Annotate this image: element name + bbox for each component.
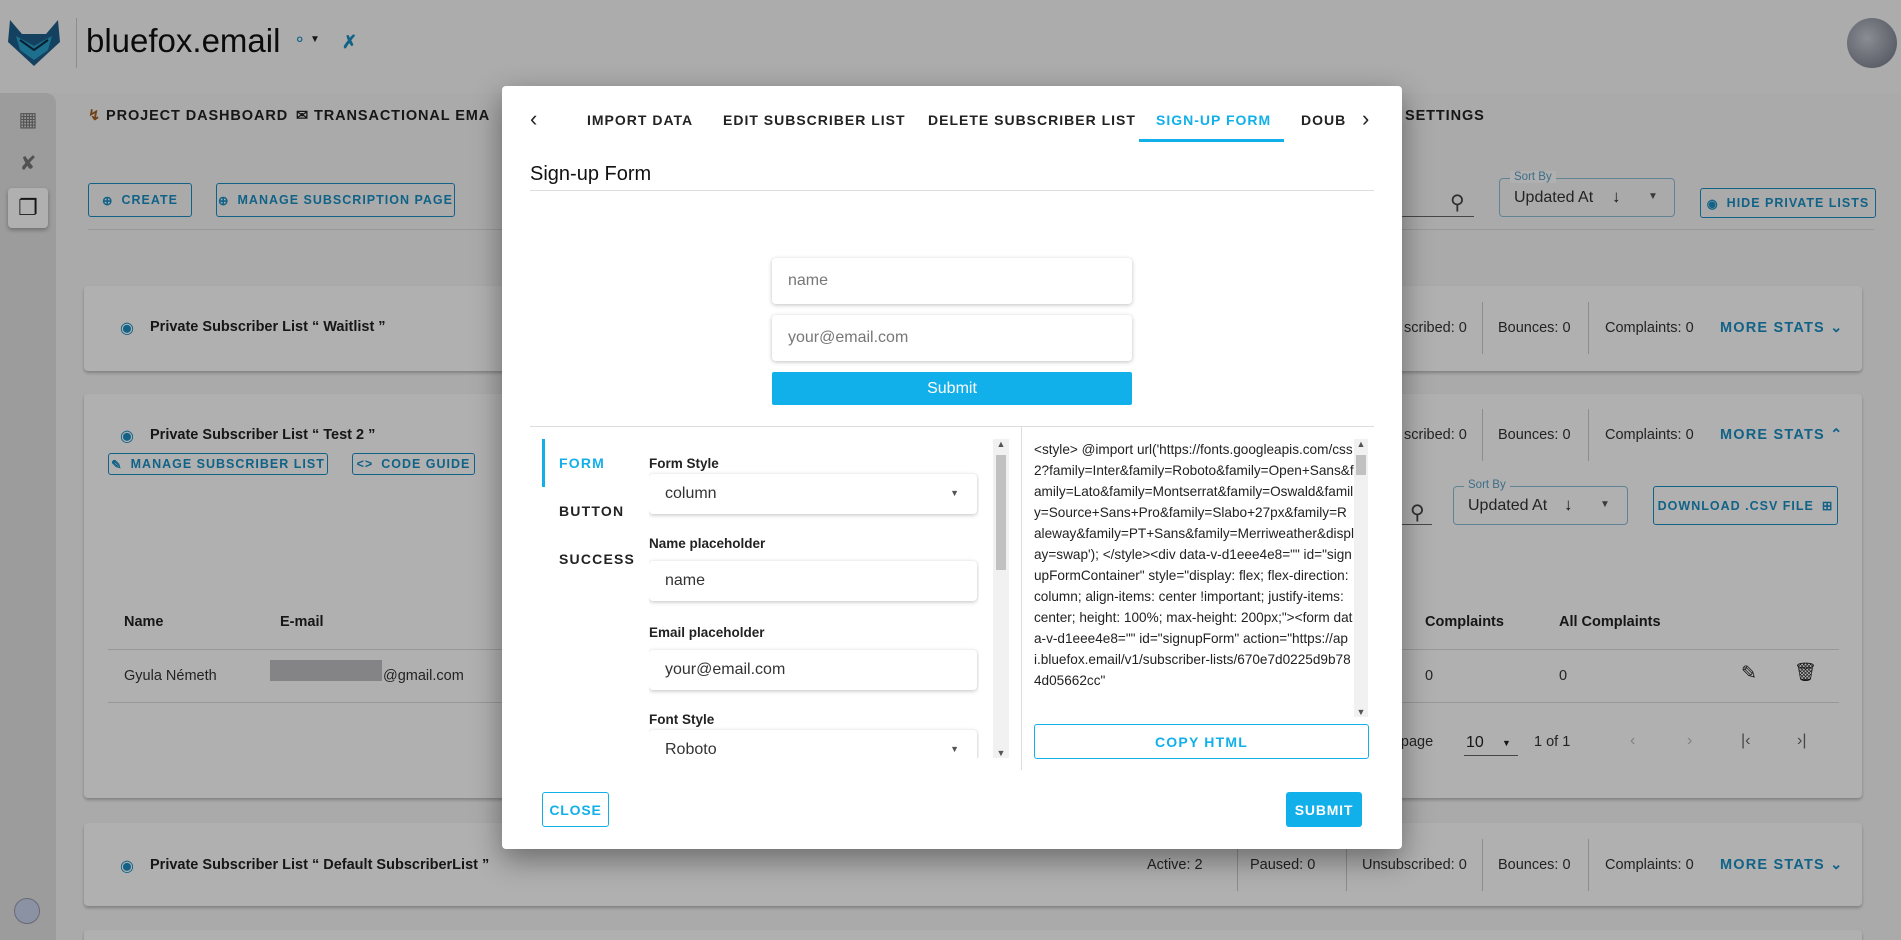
code-scrollbar[interactable]: ▲ ▼	[1354, 439, 1368, 717]
divider	[530, 426, 1374, 427]
submit-button[interactable]: SUBMIT	[1286, 792, 1362, 827]
form-style-select[interactable]: column ▼	[649, 474, 977, 514]
tab-import-data[interactable]: IMPORT DATA	[587, 112, 693, 128]
chevron-right-icon[interactable]: ›	[1362, 106, 1369, 132]
form-settings-panel: Form Style column ▼ Name placeholder name…	[649, 439, 979, 758]
side-tab-form[interactable]: FORM	[559, 455, 605, 471]
tab-delete-subscriber-list[interactable]: DELETE SUBSCRIBER LIST	[928, 112, 1136, 128]
chevron-left-icon[interactable]: ‹	[530, 106, 537, 132]
active-side-tab-indicator	[542, 439, 545, 487]
chevron-down-icon: ▼	[950, 488, 959, 498]
tab-sign-up-form[interactable]: SIGN-UP FORM	[1156, 112, 1271, 128]
close-button[interactable]: CLOSE	[542, 792, 609, 827]
preview-submit-button[interactable]: Submit	[772, 372, 1132, 405]
preview-email-input[interactable]: your@email.com	[772, 315, 1132, 361]
html-code-output[interactable]: <style> @import url('https://fonts.googl…	[1034, 439, 1354, 717]
divider	[530, 190, 1374, 191]
scroll-up-icon[interactable]: ▲	[1354, 439, 1368, 449]
font-style-select[interactable]: Roboto ▼	[649, 730, 977, 758]
side-tab-success[interactable]: SUCCESS	[559, 551, 635, 567]
scroll-up-icon[interactable]: ▲	[993, 439, 1009, 449]
scrollbar-thumb[interactable]	[1356, 455, 1366, 475]
tab-edit-subscriber-list[interactable]: EDIT SUBSCRIBER LIST	[723, 112, 906, 128]
dialog-title: Sign-up Form	[530, 163, 652, 185]
chevron-down-icon: ▼	[950, 744, 959, 754]
name-placeholder-input[interactable]: name	[649, 561, 977, 601]
tab-double-opt-in[interactable]: DOUB	[1301, 112, 1346, 128]
active-tab-indicator	[1139, 139, 1284, 142]
scroll-down-icon[interactable]: ▼	[1354, 707, 1368, 717]
scroll-down-icon[interactable]: ▼	[993, 748, 1009, 758]
scrollbar-thumb[interactable]	[996, 455, 1006, 570]
copy-html-button[interactable]: COPY HTML	[1034, 724, 1369, 759]
email-placeholder-input[interactable]: your@email.com	[649, 650, 977, 690]
preview-name-input[interactable]: name	[772, 258, 1132, 304]
divider	[1021, 426, 1022, 770]
form-scrollbar[interactable]: ▲ ▼	[993, 439, 1009, 758]
side-tab-button[interactable]: BUTTON	[559, 503, 624, 519]
